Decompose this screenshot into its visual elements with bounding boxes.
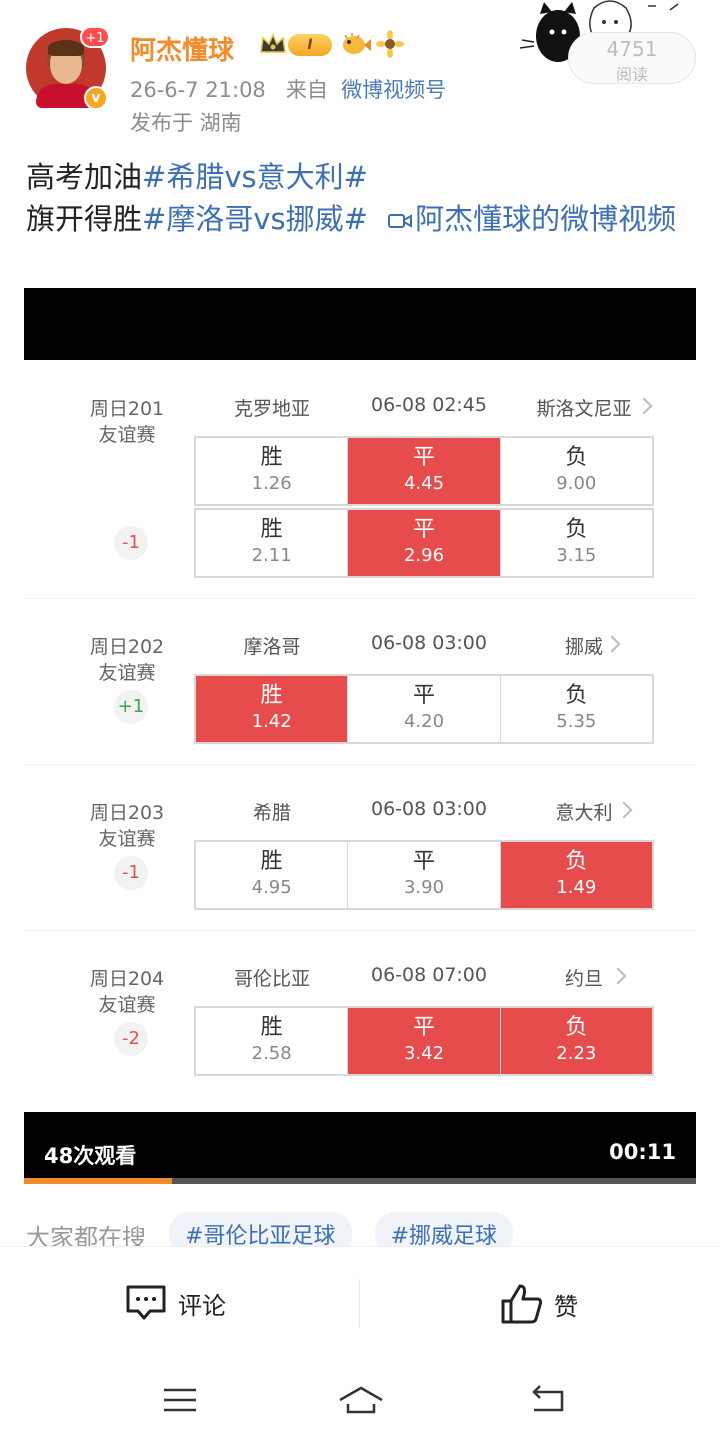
home-icon[interactable] — [336, 1382, 386, 1418]
home-team: 希腊 — [252, 802, 291, 824]
away-team: 挪威 — [564, 636, 603, 658]
action-separator — [359, 1279, 360, 1327]
post-line1-text: 高考加油 — [26, 160, 143, 194]
odds-cell-win[interactable]: 胜 2.58 — [196, 1008, 349, 1074]
read-label: 阅读 — [615, 65, 648, 84]
sunflower-icon — [376, 30, 404, 58]
action-bar: 评论 赞 — [0, 1246, 720, 1362]
handicap-badge: -1 — [114, 856, 148, 890]
match-info: 周日201 友谊赛 — [64, 396, 190, 448]
away-team: 斯洛文尼亚 — [536, 398, 632, 420]
odds-cell-lose[interactable]: 负 5.35 — [500, 676, 652, 742]
match-week: 周日202 — [89, 636, 165, 658]
match-time: 06-08 03:00 — [370, 798, 487, 820]
match-time: 06-08 02:45 — [370, 394, 487, 416]
odds-cell-lose[interactable]: 负 1.49 — [500, 842, 652, 908]
handicap-odds-row: 胜 2.11 平 2.96 负 3.15 — [194, 508, 654, 578]
avatar-hair — [48, 40, 84, 56]
video-source-link[interactable]: 阿杰懂球的微博视频 — [415, 202, 676, 236]
odds-cell-draw[interactable]: 平 3.90 — [348, 842, 501, 908]
read-count: 4751 — [606, 37, 658, 61]
pufferfish-icon — [343, 33, 371, 54]
post-time: 26-6-7 21:08 — [130, 78, 266, 102]
home-team: 哥伦比亚 — [233, 968, 310, 990]
away-team: 约旦 — [564, 968, 603, 990]
comment-button[interactable]: 评论 — [124, 1283, 226, 1327]
match-time: 06-08 07:00 — [370, 964, 487, 986]
view-count: 48次观看 — [44, 1144, 137, 1168]
level-badge: I — [288, 34, 332, 56]
away-team: 意大利 — [555, 802, 613, 824]
comment-label: 评论 — [178, 1291, 226, 1320]
username[interactable]: 阿杰懂球 — [130, 30, 234, 67]
match-type: 友谊赛 — [98, 828, 156, 850]
video-progress-fill — [24, 1178, 172, 1184]
divider — [24, 930, 696, 931]
avatar-badge: +1 — [80, 26, 110, 48]
system-nav-bar — [0, 1362, 720, 1440]
menu-icon[interactable] — [158, 1382, 202, 1418]
odds-row: 胜 2.58 平 3.42 负 2.23 — [194, 1006, 654, 1076]
odds-cell-win[interactable]: 胜 1.26 — [196, 438, 349, 504]
trending-search-strip: 大家都在搜 #哥伦比亚足球 #挪威足球 — [26, 1212, 706, 1250]
odds-cell-win[interactable]: 胜 4.95 — [196, 842, 349, 908]
home-team: 克罗地亚 — [233, 398, 310, 420]
like-button[interactable]: 赞 — [500, 1283, 578, 1327]
odds-row: 胜 1.42 平 4.20 负 5.35 — [194, 674, 654, 744]
odds-cell-draw[interactable]: 平 4.20 — [348, 676, 501, 742]
from-label: 来自 — [285, 78, 328, 102]
home-team: 摩洛哥 — [243, 636, 301, 658]
search-chip-norway[interactable]: #挪威足球 — [374, 1212, 514, 1250]
odds-cell-lose[interactable]: 负 2.23 — [500, 1008, 652, 1074]
match-type: 友谊赛 — [98, 424, 156, 446]
match-week: 周日201 — [89, 398, 165, 420]
odds-cell-draw[interactable]: 平 4.45 — [348, 438, 501, 504]
match-type: 友谊赛 — [98, 662, 156, 684]
odds-cell-draw[interactable]: 平 2.96 — [348, 510, 501, 576]
handicap-badge: -1 — [114, 526, 148, 560]
odds-row: 胜 4.95 平 3.90 负 1.49 — [194, 840, 654, 910]
hashtag-morocco-norway[interactable]: #摩洛哥vs挪威# — [142, 202, 368, 236]
match-time: 06-08 03:00 — [370, 632, 487, 654]
search-chip-colombia[interactable]: #哥伦比亚足球 — [169, 1212, 352, 1250]
odds-cell-draw[interactable]: 平 3.42 — [348, 1008, 501, 1074]
odds-cell-win[interactable]: 胜 1.42 — [196, 676, 349, 742]
match-info: 周日204 友谊赛 — [64, 966, 190, 1018]
handicap-badge: -2 — [114, 1022, 148, 1056]
verified-icon: v — [84, 86, 108, 110]
video-frame: 周日201 友谊赛 -1 克罗地亚 06-08 02:45 斯洛文尼亚 胜 1.2… — [24, 360, 696, 1112]
odds-cell-lose[interactable]: 负 9.00 — [500, 438, 652, 504]
crown-icon — [260, 33, 286, 53]
video-progress-bar[interactable] — [24, 1178, 696, 1184]
read-count-pill: 4751 阅读 — [568, 32, 696, 84]
match-type: 友谊赛 — [98, 994, 156, 1016]
odds-row: 胜 1.26 平 4.45 负 9.00 — [194, 436, 654, 506]
hashtag-greece-italy[interactable]: #希腊vs意大利# — [142, 160, 368, 194]
video-player[interactable]: 周日201 友谊赛 -1 克罗地亚 06-08 02:45 斯洛文尼亚 胜 1.2… — [24, 288, 696, 1184]
odds-cell-lose[interactable]: 负 3.15 — [500, 510, 652, 576]
odds-cell-win[interactable]: 胜 2.11 — [196, 510, 349, 576]
back-icon[interactable] — [526, 1382, 570, 1418]
video-control-bar: 48次观看 00:11 — [24, 1112, 696, 1184]
source-link[interactable]: 微博视频号 — [341, 78, 446, 102]
like-label: 赞 — [554, 1292, 578, 1321]
match-week: 周日204 — [89, 968, 165, 990]
match-info: 周日202 友谊赛 — [64, 634, 190, 686]
post-meta: 26-6-7 21:08 来自 微博视频号 — [130, 74, 446, 104]
thumbs-up-icon — [501, 1284, 543, 1324]
handicap-badge: +1 — [114, 690, 148, 724]
match-week: 周日203 — [89, 802, 165, 824]
post-location: 发布于 湖南 — [130, 111, 242, 135]
match-info: 周日203 友谊赛 — [64, 800, 190, 852]
video-duration: 00:11 — [609, 1140, 676, 1164]
divider — [24, 764, 696, 765]
comment-icon — [126, 1285, 166, 1320]
divider — [24, 598, 696, 599]
post-text: 高考加油#希腊vs意大利# 旗开得胜#摩洛哥vs挪威# 阿杰懂球的微博视频 — [26, 156, 696, 240]
video-camera-icon — [388, 214, 413, 228]
post-line2-text: 旗开得胜 — [26, 202, 143, 236]
avatar[interactable]: +1 v — [26, 26, 110, 110]
